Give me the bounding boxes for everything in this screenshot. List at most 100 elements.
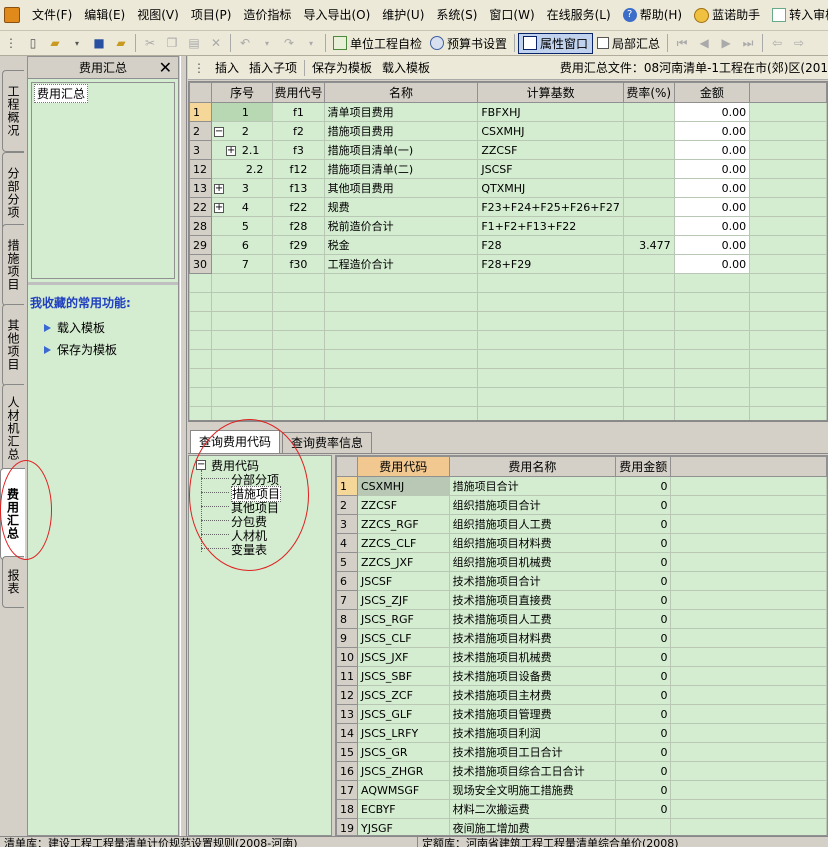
cell-fee-amount[interactable] xyxy=(615,818,672,835)
dropdown-icon[interactable]: ▾ xyxy=(302,34,320,52)
tab-fee-summary[interactable]: 费用汇总 xyxy=(0,468,25,560)
cell-fee-code[interactable]: YJSGF xyxy=(357,818,450,835)
budget-settings-button[interactable]: 预算书设置 xyxy=(426,33,511,54)
table-row[interactable]: 2−2 f2 措施项目费用 CSXMHJ 0.00 xyxy=(189,121,827,141)
cell-code[interactable]: f2 xyxy=(272,121,325,141)
table-row[interactable]: 5 ZZCS_JXF 组织措施项目机械费 0 xyxy=(336,552,827,572)
cell-name[interactable]: 规费 xyxy=(323,197,479,217)
cut-icon[interactable]: ✂ xyxy=(141,34,159,52)
cell-code[interactable]: f12 xyxy=(272,159,325,179)
cell-fee-code[interactable]: JSCS_JXF xyxy=(357,647,450,667)
cell-base[interactable]: CSXMHJ xyxy=(477,121,624,141)
cell-fee-name[interactable]: 技术措施项目人工费 xyxy=(448,609,617,629)
menu-system[interactable]: 系统(S) xyxy=(430,0,483,30)
tab-query-rate-info[interactable]: 查询费率信息 xyxy=(282,432,373,453)
cell-fee-code[interactable]: ECBYF xyxy=(357,799,450,819)
table-row[interactable]: 16 JSCS_ZHGR 技术措施项目综合工日合计 0 xyxy=(336,761,827,781)
cell-fee-name[interactable]: 组织措施项目合计 xyxy=(448,495,617,515)
cell-rate[interactable]: 3.477 xyxy=(622,235,675,255)
cell-rate[interactable] xyxy=(622,102,675,122)
tab-query-fee-code[interactable]: 查询费用代码 xyxy=(190,430,281,453)
cell-code[interactable]: f22 xyxy=(272,197,325,217)
col-header-fee-code[interactable]: 费用代码 xyxy=(357,456,450,477)
tab-reports[interactable]: 报表 xyxy=(2,556,24,608)
horizontal-splitter[interactable] xyxy=(188,421,828,429)
cell-fee-name[interactable]: 技术措施项目设备费 xyxy=(448,666,617,686)
cell-seq[interactable]: 6 xyxy=(210,235,274,255)
cell-amount[interactable]: 0.00 xyxy=(673,159,751,179)
cell-rate[interactable] xyxy=(622,140,675,160)
tree-item[interactable]: 变量表 xyxy=(231,541,267,558)
cell-code[interactable]: f3 xyxy=(272,140,325,160)
cell-fee-code[interactable]: ZZCSF xyxy=(357,495,450,515)
table-row[interactable]: 29 6 f29 税金 F28 3.477 0.00 xyxy=(189,235,827,255)
vertical-splitter[interactable] xyxy=(180,56,187,836)
cell-fee-amount[interactable]: 0 xyxy=(615,761,672,781)
cell-fee-name[interactable]: 组织措施项目材料费 xyxy=(448,533,617,553)
cell-fee-amount[interactable]: 0 xyxy=(615,685,672,705)
cell-fee-code[interactable]: AQWMSGF xyxy=(357,780,450,800)
cell-fee-name[interactable]: 技术措施项目利润 xyxy=(448,723,617,743)
cell-fee-name[interactable]: 组织措施项目人工费 xyxy=(448,514,617,534)
cell-fee-code[interactable]: JSCS_ZHGR xyxy=(357,761,450,781)
col-header-rate[interactable]: 费率(%) xyxy=(622,82,675,103)
cell-seq[interactable]: 7 xyxy=(210,254,274,274)
cell-amount[interactable]: 0.00 xyxy=(673,140,751,160)
tree-item-fee-summary[interactable]: 费用汇总 xyxy=(34,84,89,103)
cell-fee-amount[interactable]: 0 xyxy=(615,533,672,553)
table-row[interactable]: 13 JSCS_GLF 技术措施项目管理费 0 xyxy=(336,704,827,724)
cell-fee-amount[interactable]: 0 xyxy=(615,628,672,648)
cell-fee-amount[interactable]: 0 xyxy=(615,476,672,496)
forward-arrow-icon[interactable]: ⇨ xyxy=(790,34,808,52)
cell-fee-name[interactable]: 技术措施项目工日合计 xyxy=(448,742,617,762)
cell-fee-code[interactable]: JSCS_ZCF xyxy=(357,685,450,705)
cell-amount[interactable]: 0.00 xyxy=(673,235,751,255)
cell-amount[interactable]: 0.00 xyxy=(673,102,751,122)
menu-view[interactable]: 视图(V) xyxy=(131,0,185,30)
cell-fee-name[interactable]: 技术措施项目主材费 xyxy=(448,685,617,705)
menu-import-export[interactable]: 导入导出(O) xyxy=(297,0,376,30)
insert-button[interactable]: 插入 xyxy=(210,59,244,76)
cell-fee-name[interactable]: 材料二次搬运费 xyxy=(448,799,617,819)
cell-name[interactable]: 措施项目清单(一) xyxy=(323,140,479,160)
cell-seq[interactable]: +4 xyxy=(210,197,274,217)
partial-summary-toggle[interactable]: 局部汇总 xyxy=(593,33,664,54)
paste-icon[interactable]: ▤ xyxy=(185,34,203,52)
cell-fee-code[interactable]: JSCS_GR xyxy=(357,742,450,762)
cell-fee-name[interactable]: 夜间施工增加费 xyxy=(448,818,617,835)
cell-fee-amount[interactable]: 0 xyxy=(615,780,672,800)
cell-fee-amount[interactable]: 0 xyxy=(615,666,672,686)
cell-fee-name[interactable]: 技术措施项目管理费 xyxy=(448,704,617,724)
menu-help[interactable]: ? 帮助(H) xyxy=(617,0,688,30)
cell-code[interactable]: f30 xyxy=(272,254,325,274)
cell-code[interactable]: f28 xyxy=(272,216,325,236)
cell-base[interactable]: F23+F24+F25+F26+F27 xyxy=(477,197,624,217)
load-template-button[interactable]: 载入模板 xyxy=(377,59,435,76)
cell-name[interactable]: 措施项目费用 xyxy=(323,121,479,141)
table-row[interactable]: 4 ZZCS_CLF 组织措施项目材料费 0 xyxy=(336,533,827,553)
panel-divider[interactable] xyxy=(28,282,178,285)
cell-fee-code[interactable]: JSCS_CLF xyxy=(357,628,450,648)
cell-fee-name[interactable]: 技术措施项目材料费 xyxy=(448,628,617,648)
delete-icon[interactable]: ✕ xyxy=(207,34,225,52)
cell-fee-code[interactable]: JSCS_ZJF xyxy=(357,590,450,610)
cell-fee-amount[interactable]: 0 xyxy=(615,704,672,724)
cell-rate[interactable] xyxy=(622,121,675,141)
table-row[interactable]: 15 JSCS_GR 技术措施项目工日合计 0 xyxy=(336,742,827,762)
table-row[interactable]: 9 JSCS_CLF 技术措施项目材料费 0 xyxy=(336,628,827,648)
cell-base[interactable]: F28 xyxy=(477,235,624,255)
cell-rate[interactable] xyxy=(622,197,675,217)
cell-fee-amount[interactable]: 0 xyxy=(615,647,672,667)
cell-fee-amount[interactable]: 0 xyxy=(615,552,672,572)
cell-rate[interactable] xyxy=(622,159,675,179)
cell-fee-amount[interactable]: 0 xyxy=(615,799,672,819)
cell-name[interactable]: 措施项目清单(二) xyxy=(323,159,479,179)
table-row[interactable]: 19 YJSGF 夜间施工增加费 xyxy=(336,818,827,835)
cell-rate[interactable] xyxy=(622,254,675,274)
tab-sub-item[interactable]: 分部分项 xyxy=(2,152,24,234)
col-header-amount[interactable]: 金额 xyxy=(673,82,751,103)
col-header-base[interactable]: 计算基数 xyxy=(477,82,624,103)
table-row[interactable]: 13 +3 f13 其他项目费用 QTXMHJ 0.00 xyxy=(189,178,827,198)
cell-amount[interactable]: 0.00 xyxy=(673,178,751,198)
table-row[interactable]: 11 JSCS_SBF 技术措施项目设备费 0 xyxy=(336,666,827,686)
